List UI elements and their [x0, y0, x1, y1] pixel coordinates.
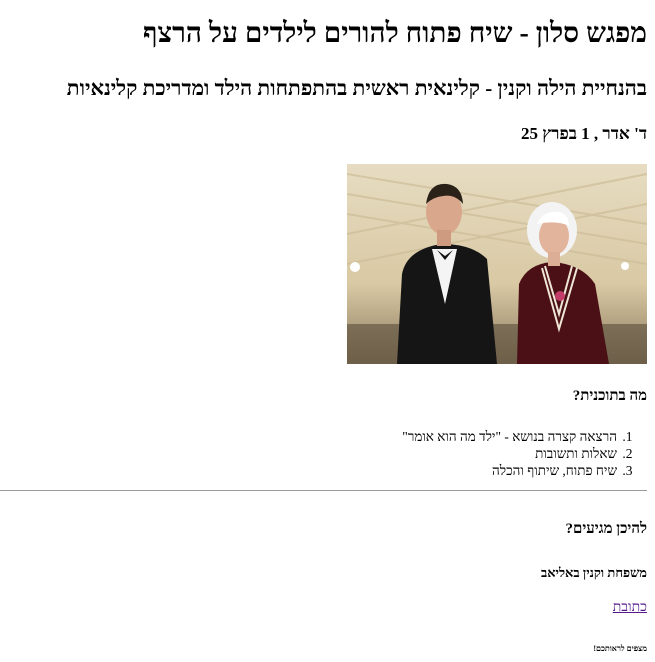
- list-item: שיח פתוח, שיתוף והכלה: [402, 462, 619, 479]
- location-heading: להיכן מגיעים?: [565, 521, 647, 537]
- list-item: הרצאה קצרה בנושא - "ילד מה הוא אומר": [402, 428, 619, 445]
- program-heading: מה בתוכנית?: [572, 388, 647, 404]
- venue-name: משפחת וקנין באליאב: [540, 565, 647, 580]
- program-list: הרצאה קצרה בנושא - "ילד מה הוא אומר" שאל…: [402, 428, 647, 479]
- page-title: מפגש סלון - שיח פתוח להורים לילדים על הר…: [142, 18, 647, 49]
- address-link[interactable]: כתובת: [613, 600, 647, 616]
- page-subtitle: בהנחיית הילה וקנין - קלינאית ראשית בהתפת…: [66, 76, 647, 100]
- closing-note: מצפים לראותכם!: [593, 644, 647, 653]
- list-item: שאלות ותשובות: [402, 445, 619, 462]
- event-photo: [347, 164, 647, 364]
- section-divider: [0, 490, 647, 491]
- event-date: ד' אדר , 1 בפרץ 25: [521, 124, 647, 143]
